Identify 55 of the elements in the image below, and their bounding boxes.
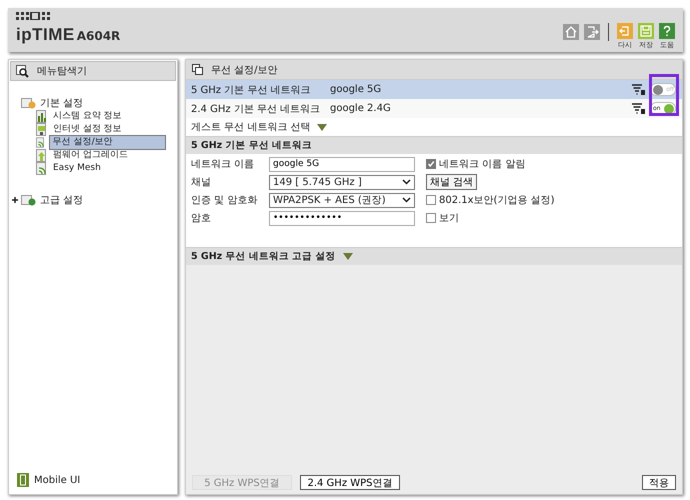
windows-icon <box>192 64 203 75</box>
wifi-icon <box>36 136 45 149</box>
search-icon <box>16 64 29 78</box>
sidebar-title: 메뉴탐색기 <box>37 65 87 78</box>
wps-button[interactable]: 2.4 GHz WPS연결 <box>300 475 400 490</box>
field-label: 네트워크 이름 <box>191 158 256 171</box>
filter-lock-icon[interactable] <box>632 84 645 95</box>
check-icon <box>427 159 435 169</box>
wifi-icon <box>36 162 47 175</box>
password-field[interactable]: ••••••••••••• <box>269 210 415 226</box>
checkbox[interactable]: 네트워크 이름 알림 <box>426 157 526 171</box>
network-ssid: google 2.4G <box>330 103 392 114</box>
network-name-field[interactable]: google 5G <box>269 156 415 172</box>
upload-icon <box>36 149 47 162</box>
menu-item[interactable]: 무선 설정/보안 <box>48 135 166 150</box>
folder-icon <box>21 194 37 206</box>
model-name: A604R <box>76 29 120 43</box>
chevron-down-icon[interactable] <box>402 197 411 203</box>
menu-item[interactable]: 인터넷 설정 정보 <box>51 123 124 136</box>
channel-search-button[interactable]: 채널 검색 <box>426 174 478 190</box>
checkbox[interactable]: 보기 <box>426 211 459 225</box>
tree-group[interactable]: 기본 설정 <box>9 96 177 110</box>
folder-icon <box>21 97 37 109</box>
highlight-box <box>649 74 679 116</box>
network-label: 2.4 GHz 기본 무선 네트워크 <box>191 102 322 116</box>
guest-network-select[interactable]: 게스트 무선 네트워크 선택 <box>191 120 311 134</box>
chart-icon <box>36 110 47 123</box>
field-label: 암호 <box>191 212 212 225</box>
checkbox[interactable]: 802.1x보안(기업용 설정) <box>426 193 555 207</box>
dropdown-arrow-icon[interactable] <box>316 124 327 130</box>
monitor-icon <box>36 123 47 136</box>
filter-lock-icon[interactable] <box>632 103 645 114</box>
mobile-ui-link[interactable]: Mobile UI <box>34 474 80 486</box>
chevron-down-icon[interactable] <box>402 179 411 185</box>
phone-icon <box>17 473 29 487</box>
field-label: 인증 및 암호화 <box>191 194 258 207</box>
tree-group[interactable]: 고급 설정 <box>9 193 177 207</box>
field-label: 채널 <box>191 176 212 189</box>
dropdown-arrow-icon[interactable] <box>343 253 354 260</box>
home-icon[interactable] <box>563 24 579 40</box>
brand-logo: ipTIME <box>16 25 75 45</box>
logo-dots-icon <box>16 12 52 20</box>
select-field[interactable]: WPA2PSK + AES (권장) <box>269 192 415 208</box>
logout-icon[interactable] <box>584 24 600 40</box>
network-ssid: google 5G <box>330 84 382 95</box>
section-title: 5 GHz 기본 무선 네트워크 <box>191 139 312 152</box>
section-title: 5 GHz 무선 네트워크 고급 설정 <box>191 250 336 263</box>
menu-item[interactable]: 시스템 요약 정보 <box>51 110 124 123</box>
expand-icon[interactable] <box>12 197 18 203</box>
menu-item[interactable]: Easy Mesh <box>51 162 103 175</box>
menu-item[interactable]: 펌웨어 업그레이드 <box>51 149 130 162</box>
network-label: 5 GHz 기본 무선 네트워크 <box>191 84 312 96</box>
select-field[interactable]: 149 [ 5.745 GHz ] <box>269 174 415 190</box>
panel-title: 무선 설정/보안 <box>211 64 278 76</box>
apply-button[interactable]: 적용 <box>642 475 676 490</box>
